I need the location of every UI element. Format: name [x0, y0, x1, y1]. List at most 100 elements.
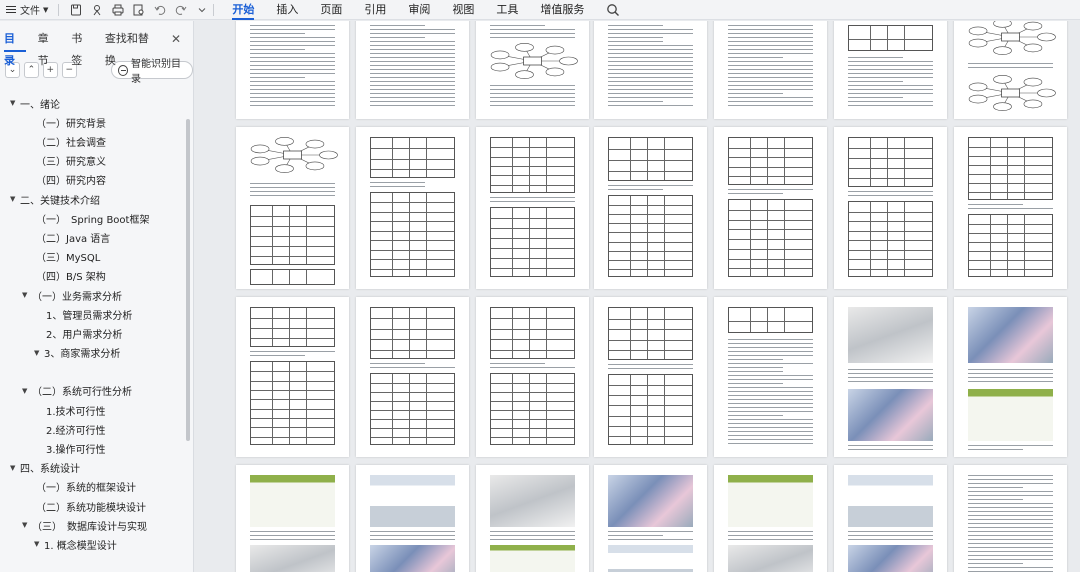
table-rule	[491, 318, 574, 320]
text-line	[490, 97, 575, 98]
redo-icon[interactable]	[174, 3, 188, 17]
page-thumbnail[interactable]	[236, 297, 349, 457]
expand-arrow-icon[interactable]: ▼	[22, 387, 32, 395]
page-thumbnail[interactable]	[954, 127, 1067, 289]
table-rule	[904, 202, 906, 276]
tab-references[interactable]: 引用	[364, 0, 386, 20]
tab-bookmarks[interactable]: 书签	[71, 28, 93, 67]
toc-item[interactable]: 1、管理员需求分析	[46, 306, 132, 322]
page-thumbnail[interactable]	[594, 127, 707, 289]
expand-arrow-icon[interactable]: ▼	[10, 195, 20, 203]
page-thumbnail[interactable]	[834, 127, 947, 289]
page-thumbnail[interactable]	[236, 21, 349, 119]
table-rule	[647, 196, 649, 276]
undo-icon[interactable]	[153, 3, 167, 17]
tab-toc[interactable]: 目录	[4, 28, 26, 67]
table-rule	[609, 395, 692, 397]
tab-review[interactable]: 审阅	[408, 0, 430, 20]
tab-chapters[interactable]: 章节	[38, 28, 60, 67]
text-line	[728, 81, 813, 82]
expand-all-button[interactable]: ⌃	[23, 62, 39, 78]
table-rule	[849, 221, 932, 222]
toc-scrollbar[interactable]	[186, 119, 190, 441]
expand-arrow-icon[interactable]: ▼	[34, 540, 44, 548]
text-line	[490, 197, 575, 198]
page-thumbnail[interactable]	[954, 465, 1067, 572]
toc-item[interactable]: 3.操作可行性	[46, 440, 106, 456]
toc-item[interactable]: （三）研究意义	[36, 153, 106, 169]
page-thumbnail[interactable]	[594, 297, 707, 457]
tab-home[interactable]: 开始	[232, 0, 255, 20]
toc-item[interactable]: 1.技术可行性	[46, 402, 106, 418]
page-thumbnail[interactable]	[356, 465, 469, 572]
toc-item[interactable]: ▼ 3、商家需求分析	[34, 345, 120, 361]
toc-item[interactable]: （二）Java 语言	[36, 229, 110, 245]
tab-find-replace[interactable]: 查找和替换	[105, 28, 159, 67]
table-rule	[969, 156, 1052, 157]
print-preview-icon[interactable]	[132, 3, 146, 17]
toc-item[interactable]: （二）社会调查	[36, 133, 106, 149]
close-icon[interactable]: ✕	[171, 32, 181, 46]
page-thumbnail[interactable]	[714, 297, 827, 457]
page-thumbnail[interactable]	[476, 127, 589, 289]
page-thumbnail[interactable]	[834, 21, 947, 119]
print-icon[interactable]	[111, 3, 125, 17]
tab-insert[interactable]: 插入	[276, 0, 298, 20]
text-line	[968, 523, 1053, 524]
page-thumbnail[interactable]	[476, 465, 589, 572]
page-thumbnail[interactable]	[476, 21, 589, 119]
page-thumbnail[interactable]	[954, 21, 1067, 119]
page-thumbnail[interactable]	[476, 297, 589, 457]
expand-arrow-icon[interactable]: ▼	[10, 99, 20, 107]
text-line	[370, 37, 425, 38]
tab-premium[interactable]: 增值服务	[540, 0, 584, 20]
toc-item[interactable]: ▼ （二）系统可行性分析	[22, 383, 132, 399]
tab-page[interactable]: 页面	[320, 0, 342, 20]
toc-item[interactable]: ▼ （一）业务需求分析	[22, 287, 122, 303]
expand-arrow-icon[interactable]: ▼	[22, 291, 32, 299]
file-menu[interactable]: 文件 ▼	[0, 0, 54, 20]
table-rule	[664, 138, 666, 180]
expand-arrow-icon[interactable]: ▼	[22, 521, 32, 529]
toc-item[interactable]: ▼ 二、关键技术介绍	[10, 191, 100, 207]
search-icon[interactable]	[606, 3, 620, 17]
toc-item[interactable]: （四）研究内容	[36, 172, 106, 188]
toc-item[interactable]: ▼ 四、系统设计	[10, 460, 80, 476]
toc-item[interactable]: ▼ 1. 概念模型设计	[34, 536, 117, 552]
text-line	[728, 65, 813, 66]
toc-item[interactable]: （三）MySQL	[36, 249, 100, 265]
toc-item[interactable]: （一）研究背景	[36, 114, 106, 130]
page-thumbnail[interactable]	[834, 465, 947, 572]
toc-item[interactable]: （一） Spring Boot框架	[36, 210, 149, 226]
page-thumbnail[interactable]	[714, 21, 827, 119]
page-thumbnail[interactable]	[594, 465, 707, 572]
page-thumbnail[interactable]	[236, 127, 349, 289]
table-rule	[609, 415, 692, 417]
text-line	[728, 29, 813, 30]
toc-item[interactable]: 2.经济可行性	[46, 421, 106, 437]
table-rule	[767, 200, 769, 276]
page-thumbnail[interactable]	[236, 465, 349, 572]
toc-item[interactable]: （一）系统的框架设计	[36, 479, 136, 495]
share-icon[interactable]	[90, 3, 104, 17]
tab-tools[interactable]: 工具	[496, 0, 518, 20]
page-thumbnail[interactable]	[356, 297, 469, 457]
toc-item[interactable]: ▼ 一、绪论	[10, 95, 60, 111]
save-icon[interactable]	[69, 3, 83, 17]
smart-toc-button[interactable]: 智能识别目录	[110, 59, 193, 85]
page-thumbnail[interactable]	[714, 465, 827, 572]
page-thumbnail[interactable]	[954, 297, 1067, 457]
page-thumbnail[interactable]	[714, 127, 827, 289]
toc-item[interactable]: （四）B/S 架构	[36, 268, 106, 284]
expand-arrow-icon[interactable]: ▼	[10, 464, 20, 472]
page-thumbnail[interactable]	[594, 21, 707, 119]
toc-item[interactable]: 2、用户需求分析	[46, 325, 122, 341]
toc-item[interactable]: （二）系统功能模块设计	[36, 498, 146, 514]
page-thumbnail[interactable]	[356, 127, 469, 289]
page-thumbnail[interactable]	[834, 297, 947, 457]
expand-arrow-icon[interactable]: ▼	[34, 349, 44, 357]
more-icon[interactable]	[195, 3, 209, 17]
tab-view[interactable]: 视图	[452, 0, 474, 20]
page-thumbnail[interactable]	[356, 21, 469, 119]
toc-item[interactable]: ▼ （三） 数据库设计与实现	[22, 517, 147, 533]
